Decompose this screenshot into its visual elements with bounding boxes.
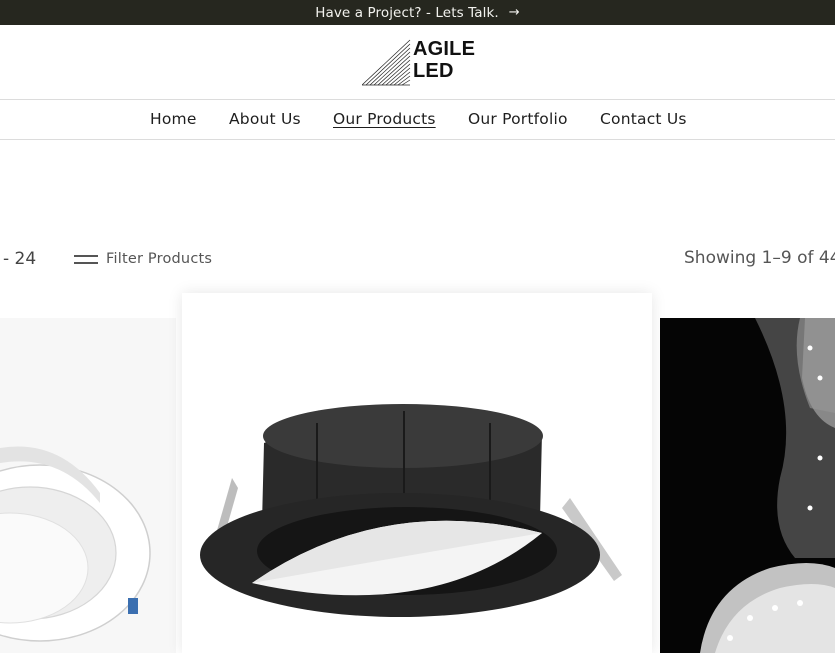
results-count: Showing 1–9 of 44 [684, 248, 835, 268]
filter-products-button[interactable]: Filter Products [74, 249, 212, 269]
nav-home[interactable]: Home [150, 110, 197, 128]
product-card[interactable] [0, 318, 176, 653]
nav-our-products[interactable]: Our Products [333, 110, 436, 128]
nav-our-portfolio[interactable]: Our Portfolio [468, 110, 568, 128]
announcement-text[interactable]: Have a Project? - Lets Talk. [315, 5, 499, 21]
logo-line-1: AGILE [413, 38, 476, 60]
product-image-black-downlight[interactable] [182, 293, 652, 653]
product-card[interactable] [182, 293, 652, 653]
nav-about-us[interactable]: About Us [229, 110, 301, 128]
per-page-selector[interactable]: - 24 [3, 249, 36, 269]
filter-label: Filter Products [106, 251, 213, 267]
arrow-right-icon: → [508, 5, 520, 20]
logo-text[interactable]: AGILE LED [413, 38, 475, 82]
product-image-white-downlight[interactable] [0, 318, 176, 653]
product-image-crystal-chandelier[interactable] [660, 318, 835, 653]
main-nav: Home About Us Our Products Our Portfolio… [0, 100, 835, 140]
nav-contact-us[interactable]: Contact Us [600, 110, 687, 128]
announcement-bar[interactable]: Have a Project? - Lets Talk. → [0, 0, 835, 25]
product-card[interactable] [660, 318, 835, 653]
logo-line-2: LED [413, 60, 454, 82]
filter-lines-icon [74, 253, 98, 265]
